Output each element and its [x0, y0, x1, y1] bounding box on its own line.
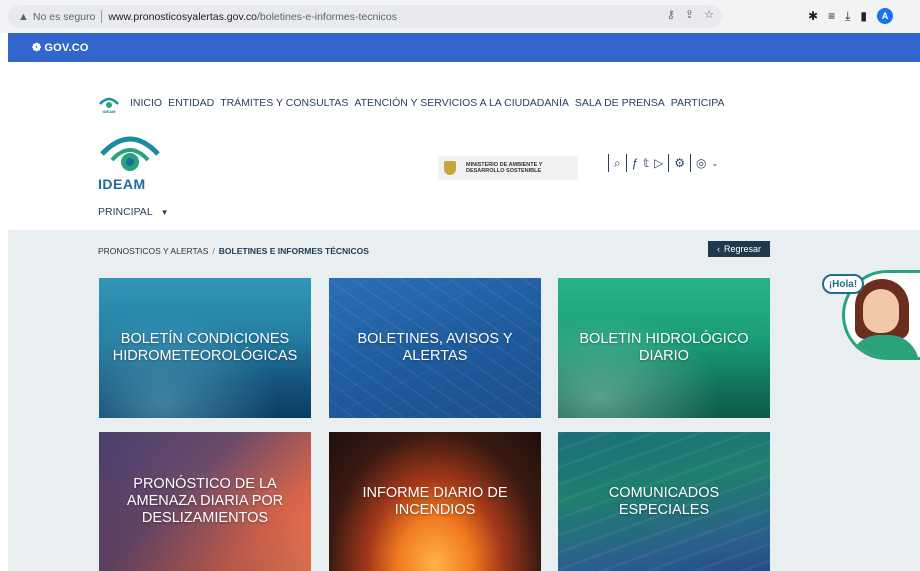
download-icon[interactable]: ⤓: [845, 9, 850, 24]
security-label: No es seguro: [32, 10, 96, 23]
star-icon[interactable]: ☆: [704, 8, 714, 21]
chat-greeting: ¡Hola!: [822, 274, 864, 294]
breadcrumb-current: BOLETINES E INFORMES TÉCNICOS: [218, 246, 369, 256]
brand-name: IDEAM: [98, 176, 146, 192]
warning-icon: ▲: [18, 10, 29, 23]
ministry-line-2: DESARROLLO SOSTENIBLE: [466, 168, 542, 174]
reading-list-icon[interactable]: ≡: [828, 9, 835, 23]
ministry-text: MINISTERIO DE AMBIENTE Y DESARROLLO SOST…: [466, 162, 542, 174]
divider: [625, 154, 627, 172]
principal-label: PRINCIPAL: [98, 206, 153, 218]
divider: [668, 154, 670, 172]
card-label: BOLETIN HIDROLÓGICO DIARIO: [579, 331, 749, 364]
url-path: /boletines-e-informes-tecnicos: [256, 10, 398, 23]
breadcrumb-parent[interactable]: PRONOSTICOS Y ALERTAS: [98, 246, 208, 256]
divider: [690, 154, 692, 172]
gear-icon[interactable]: ⚙: [674, 156, 685, 170]
colombia-shield-icon: [444, 161, 456, 175]
gov-logo-icon: ❁: [32, 42, 42, 54]
card-label: COMUNICADOS ESPECIALES: [608, 484, 720, 518]
svg-text:IDEAM: IDEAM: [103, 109, 117, 114]
nav-participa[interactable]: PARTICIPA: [671, 97, 725, 109]
caret-down-icon: ▼: [160, 207, 169, 217]
twitter-icon[interactable]: 𝕥: [643, 156, 649, 170]
browser-extensions: ✱ ≡ ⤓ ▮ A: [808, 8, 893, 24]
card-comunicados-especiales[interactable]: COMUNICADOS ESPECIALES: [558, 432, 770, 571]
gov-bar: ❁ GOV.CO: [8, 33, 920, 62]
share-icon[interactable]: ⇪: [685, 8, 694, 21]
nav-sala-prensa[interactable]: SALA DE PRENSA: [575, 97, 665, 109]
principal-menu[interactable]: PRINCIPAL ▼: [98, 206, 169, 218]
card-label: INFORME DIARIO DE INCENDIOS: [362, 484, 508, 518]
card-pronostico-deslizamientos[interactable]: PRONÓSTICO DE LA AMENAZA DIARIA POR DESL…: [99, 432, 311, 571]
nav-tramites[interactable]: TRÁMITES Y CONSULTAS: [220, 97, 348, 109]
breadcrumb-separator: /: [212, 246, 215, 256]
user-icon[interactable]: ◎: [696, 156, 706, 170]
chat-assistant[interactable]: ¡Hola!: [820, 270, 920, 360]
site-header: IDEAM INICIO ENTIDAD TRÁMITES Y CONSULTA…: [8, 62, 920, 230]
card-label: PRONÓSTICO DE LA AMENAZA DIARIA POR DESL…: [126, 476, 284, 526]
address-separator: [101, 10, 103, 23]
search-icon[interactable]: ⌕: [614, 156, 621, 171]
side-panel-icon[interactable]: ▮: [860, 9, 867, 23]
card-label: BOLETÍN CONDICIONES HIDROMETEOROLÓGICAS: [112, 331, 298, 364]
key-icon[interactable]: ⚷: [667, 8, 675, 21]
top-navigation: IDEAM INICIO ENTIDAD TRÁMITES Y CONSULTA…: [98, 92, 724, 114]
main-content: PRONOSTICOS Y ALERTAS / BOLETINES E INFORM…: [8, 230, 920, 571]
card-boletin-hidrologico[interactable]: BOLETIN HIDROLÓGICO DIARIO: [558, 278, 770, 418]
nav-entidad[interactable]: ENTIDAD: [168, 97, 214, 109]
chevron-down-icon[interactable]: ⌄: [712, 159, 719, 168]
card-label: BOLETINES, AVISOS Y ALERTAS: [357, 331, 513, 364]
url-host: www.pronosticosyalertas.gov.co: [108, 10, 257, 23]
address-bar-actions: ⚷ ⇪ ☆: [667, 8, 714, 21]
back-button-label: Regresar: [723, 244, 761, 254]
card-informe-incendios[interactable]: INFORME DIARIO DE INCENDIOS: [329, 432, 541, 571]
nav-inicio[interactable]: INICIO: [130, 97, 162, 109]
facebook-icon[interactable]: ƒ: [632, 156, 639, 170]
ideam-logo-icon: [100, 136, 160, 171]
gov-label[interactable]: GOV.CO: [44, 42, 88, 54]
profile-avatar[interactable]: A: [877, 8, 893, 24]
card-boletin-condiciones[interactable]: BOLETÍN CONDICIONES HIDROMETEOROLÓGICAS: [99, 278, 311, 418]
address-bar[interactable]: ▲ No es seguro www.pronosticosyalertas.g…: [8, 5, 722, 28]
avatar-face: [863, 289, 899, 333]
header-tools: ⌕ ƒ 𝕥 ▷ ⚙ ◎ ⌄: [608, 154, 718, 172]
ideam-logo[interactable]: IDEAM: [98, 130, 162, 192]
browser-toolbar: ▲ No es seguro www.pronosticosyalertas.g…: [0, 0, 920, 33]
back-button[interactable]: ‹ Regresar: [708, 241, 770, 257]
card-boletines-avisos[interactable]: BOLETINES, AVISOS Y ALERTAS: [329, 278, 541, 418]
chevron-left-icon: ‹: [716, 244, 720, 254]
ideam-mini-logo-icon[interactable]: IDEAM: [98, 92, 120, 114]
extensions-icon[interactable]: ✱: [808, 9, 818, 23]
nav-atencion[interactable]: ATENCIÓN Y SERVICIOS A LA CIUDADANÍA: [354, 97, 569, 109]
youtube-icon[interactable]: ▷: [654, 156, 663, 170]
avatar-shirt: [849, 335, 919, 357]
divider: [608, 154, 609, 172]
breadcrumb: PRONOSTICOS Y ALERTAS / BOLETINES E INFORM…: [98, 246, 369, 256]
ministry-logo[interactable]: MINISTERIO DE AMBIENTE Y DESARROLLO SOST…: [438, 156, 578, 180]
